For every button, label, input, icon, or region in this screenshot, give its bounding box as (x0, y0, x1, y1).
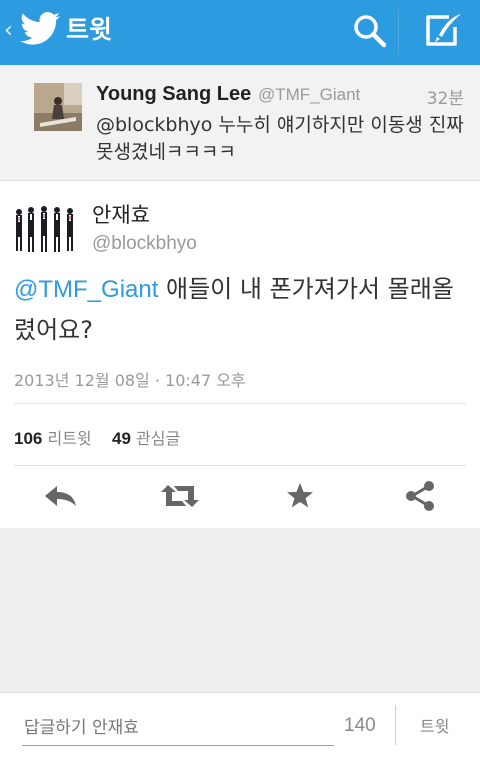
char-count: 140 (344, 715, 376, 736)
compose-icon[interactable] (423, 13, 463, 53)
tweet-timestamp: 2013년 12월 08일 · 10:47 오후 (14, 371, 246, 390)
retweet-count[interactable]: 106 (14, 429, 42, 448)
back-chevron-icon[interactable]: ‹ (4, 17, 13, 45)
avatar[interactable] (34, 83, 82, 131)
action-bar-divider (398, 10, 399, 54)
reply-icon[interactable] (30, 481, 90, 511)
tweet-stats: 106 리트윗 49 관심글 (14, 425, 180, 449)
retweet-icon[interactable] (150, 481, 210, 511)
author-name[interactable]: 안재효 (92, 199, 150, 229)
share-icon[interactable] (390, 481, 450, 511)
in-reply-to-tweet[interactable]: Young Sang Lee @TMF_Giant 32분 @blockbhyo… (0, 65, 480, 181)
retweet-label[interactable]: 리트윗 (47, 429, 91, 448)
tweet-detail: 안재효 @blockbhyo @TMF_Giant 애들이 내 폰가져가서 몰래… (0, 181, 480, 528)
author-handle[interactable]: @TMF_Giant (258, 85, 360, 105)
favorite-count[interactable]: 49 (112, 429, 131, 448)
reply-composer: 140 트윗 (0, 692, 480, 757)
divider (14, 465, 466, 466)
tweet-time: 32분 (426, 89, 464, 109)
author-handle[interactable]: @blockbhyo (92, 233, 197, 255)
divider (14, 403, 466, 404)
screen-title: 트윗 (66, 15, 113, 44)
tweet-send-button[interactable]: 트윗 (420, 713, 449, 737)
twitter-bird-icon[interactable] (20, 12, 61, 50)
author-name[interactable]: Young Sang Lee (96, 83, 251, 106)
tweet-body: @TMF_Giant 애들이 내 폰가져가서 몰래올렸어요? (14, 269, 464, 350)
tweet-text: @blockbhyo 누누히 얘기하지만 이동생 진짜못생겼네ㅋㅋㅋㅋ (96, 114, 464, 163)
avatar[interactable] (12, 201, 78, 255)
star-icon[interactable] (270, 481, 330, 511)
search-icon[interactable] (352, 13, 388, 53)
composer-divider (395, 705, 396, 745)
action-bar: ‹ 트윗 (0, 0, 480, 65)
mention-link[interactable]: @TMF_Giant (14, 276, 158, 303)
favorite-label[interactable]: 관심글 (136, 429, 180, 448)
reply-input[interactable] (22, 711, 334, 746)
